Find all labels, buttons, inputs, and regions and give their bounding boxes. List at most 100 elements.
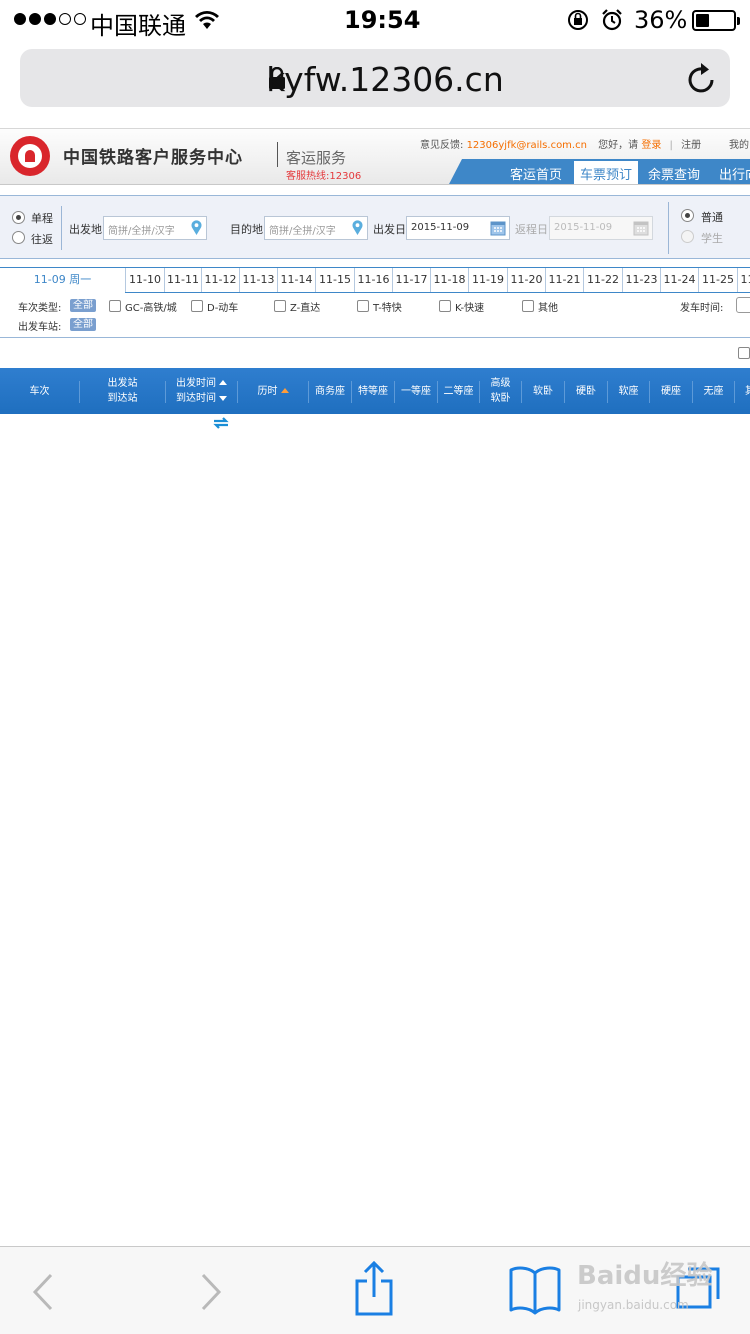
- baidu-watermark-domain: jingyan.baidu.com: [578, 1298, 689, 1312]
- date-tab[interactable]: 11-24: [660, 268, 698, 292]
- from-station-input[interactable]: 简拼/全拼/汉字: [103, 216, 207, 240]
- swap-stations-icon[interactable]: [213, 416, 229, 430]
- ticket-student-radio[interactable]: [681, 230, 694, 243]
- site-title: 中国铁路客户服务中心: [63, 148, 243, 168]
- results-table-header: 车次 出发站 到达站 出发时间 到达时间 历时 商务座 特等座 一等座 二等座 高…: [0, 368, 750, 414]
- railway-logo-icon[interactable]: [10, 136, 50, 176]
- date-tab[interactable]: 11-21: [545, 268, 583, 292]
- col-no-seat: 无座: [703, 385, 724, 397]
- site-subtitle: 客运服务: [286, 149, 347, 167]
- date-tab[interactable]: 11-23: [622, 268, 660, 292]
- filter-label-gc[interactable]: GC-高铁/城: [125, 299, 177, 314]
- train-type-all-tag[interactable]: 全部: [70, 299, 96, 312]
- battery-icon: [692, 10, 740, 31]
- wifi-icon: [195, 11, 219, 29]
- nav-home[interactable]: 客运首页: [505, 163, 567, 184]
- location-pin-icon: [191, 220, 202, 235]
- filter-label-t[interactable]: T-特快: [373, 299, 402, 314]
- filter-checkbox-d[interactable]: [191, 300, 203, 312]
- col-times[interactable]: 出发时间 到达时间: [166, 368, 237, 414]
- sort-asc-icon[interactable]: [280, 387, 289, 393]
- filter-label-other[interactable]: 其他: [538, 299, 558, 314]
- hotline-text: 客服热线:12306: [286, 171, 362, 182]
- to-station-input[interactable]: 简拼/全拼/汉字: [264, 216, 368, 240]
- depart-station-label: 出发车站:: [18, 322, 62, 333]
- forward-icon[interactable]: [200, 1273, 222, 1311]
- round-trip-radio[interactable]: [12, 231, 25, 244]
- from-label: 出发地: [69, 223, 102, 236]
- col-special-seat: 特等座: [358, 385, 388, 397]
- reload-icon[interactable]: [686, 61, 718, 95]
- date-tab[interactable]: 11-20: [507, 268, 545, 292]
- filter-label-k[interactable]: K-快速: [455, 299, 484, 314]
- top-links: 意见反馈: 12306yjfk@rails.com.cn 您好，请 登录 | 注…: [420, 140, 702, 151]
- share-icon[interactable]: [354, 1261, 394, 1317]
- status-bar: 中国联通 19:54 36%: [0, 0, 750, 40]
- col-hard-seat: 硬座: [661, 385, 681, 397]
- train-type-label: 车次类型:: [18, 303, 62, 314]
- date-tab[interactable]: 11-19: [468, 268, 507, 292]
- nav-travel-guide[interactable]: 出行向: [714, 163, 750, 184]
- col-duration[interactable]: 历时: [238, 368, 308, 414]
- filter-checkbox-gc[interactable]: [109, 300, 121, 312]
- nav-remaining-tickets[interactable]: 余票查询: [643, 163, 705, 184]
- date-tab[interactable]: 11-26: [737, 268, 750, 292]
- carrier-name: 中国联通: [90, 12, 186, 40]
- return-date-value: 2015-11-09: [554, 222, 613, 233]
- feedback-email-link[interactable]: 12306yjfk@rails.com.cn: [467, 140, 587, 151]
- feedback-label: 意见反馈:: [420, 140, 464, 151]
- ticket-student-label[interactable]: 学生: [701, 230, 723, 246]
- date-tabs: 11-09 周一 11-10 11-11 11-12 11-13 11-14 1…: [0, 267, 750, 294]
- login-link[interactable]: 登录: [641, 140, 661, 151]
- bookmarks-icon[interactable]: [508, 1265, 562, 1315]
- date-tab[interactable]: 11-10: [125, 268, 164, 292]
- date-tab[interactable]: 11-22: [583, 268, 622, 292]
- date-tab[interactable]: 11-25: [698, 268, 737, 292]
- date-tab[interactable]: 11-11: [164, 268, 201, 292]
- filter-label-d[interactable]: D-动车: [207, 299, 238, 314]
- sort-asc-icon[interactable]: [219, 380, 227, 385]
- ticket-search-form: 单程 往返 出发地 简拼/全拼/汉字 目的地 简拼/全拼/汉字 出发日 2015…: [0, 195, 750, 429]
- ticket-normal-label[interactable]: 普通: [701, 209, 723, 225]
- one-way-radio[interactable]: [12, 211, 25, 224]
- depart-date-value: 2015-11-09: [411, 222, 470, 233]
- date-tab[interactable]: 11-17: [392, 268, 430, 292]
- greeting-text: 您好，请: [598, 140, 639, 151]
- battery-level: [696, 14, 709, 27]
- date-tab[interactable]: 11-14: [277, 268, 315, 292]
- filter-checkbox-other[interactable]: [522, 300, 534, 312]
- ticket-normal-radio[interactable]: [681, 209, 694, 222]
- back-icon[interactable]: [32, 1273, 54, 1311]
- date-tab[interactable]: 11-15: [315, 268, 354, 292]
- date-tab[interactable]: 11-12: [201, 268, 239, 292]
- filter-checkbox-z[interactable]: [274, 300, 286, 312]
- date-tab[interactable]: 11-18: [430, 268, 468, 292]
- station-all-tag[interactable]: 全部: [70, 318, 96, 331]
- filter-checkbox-k[interactable]: [439, 300, 451, 312]
- sort-desc-icon[interactable]: [219, 396, 227, 401]
- col-second-class: 二等座: [443, 385, 474, 397]
- depart-time-select[interactable]: [736, 297, 750, 313]
- one-way-label[interactable]: 单程: [31, 210, 53, 226]
- filter-checkbox-t[interactable]: [357, 300, 369, 312]
- col-hard-sleeper: 硬卧: [576, 385, 596, 397]
- filter-label-z[interactable]: Z-直达: [290, 299, 320, 314]
- list-option-checkbox[interactable]: [738, 347, 750, 359]
- to-placeholder: 简拼/全拼/汉字: [269, 226, 336, 237]
- register-link[interactable]: 注册: [681, 140, 701, 151]
- to-label: 目的地: [230, 223, 263, 236]
- location-pin-icon: [352, 220, 363, 235]
- address-bar[interactable]: kyfw.12306.cn: [20, 49, 730, 107]
- depart-date-input[interactable]: 2015-11-09: [406, 216, 510, 240]
- nav-ticket-booking[interactable]: 车票预订: [574, 161, 639, 184]
- date-tab[interactable]: 11-13: [239, 268, 277, 292]
- date-tab[interactable]: 11-09 周一: [0, 268, 125, 294]
- date-tab[interactable]: 11-16: [354, 268, 392, 292]
- col-business-seat: 商务座: [315, 385, 345, 397]
- my-account-link[interactable]: 我的: [729, 136, 749, 151]
- baidu-watermark: Baidu经验: [577, 1261, 713, 1291]
- calendar-icon[interactable]: [490, 220, 506, 236]
- url-text[interactable]: kyfw.12306.cn: [20, 60, 730, 99]
- return-date-label: 返程日: [515, 223, 548, 236]
- round-trip-label[interactable]: 往返: [31, 231, 53, 247]
